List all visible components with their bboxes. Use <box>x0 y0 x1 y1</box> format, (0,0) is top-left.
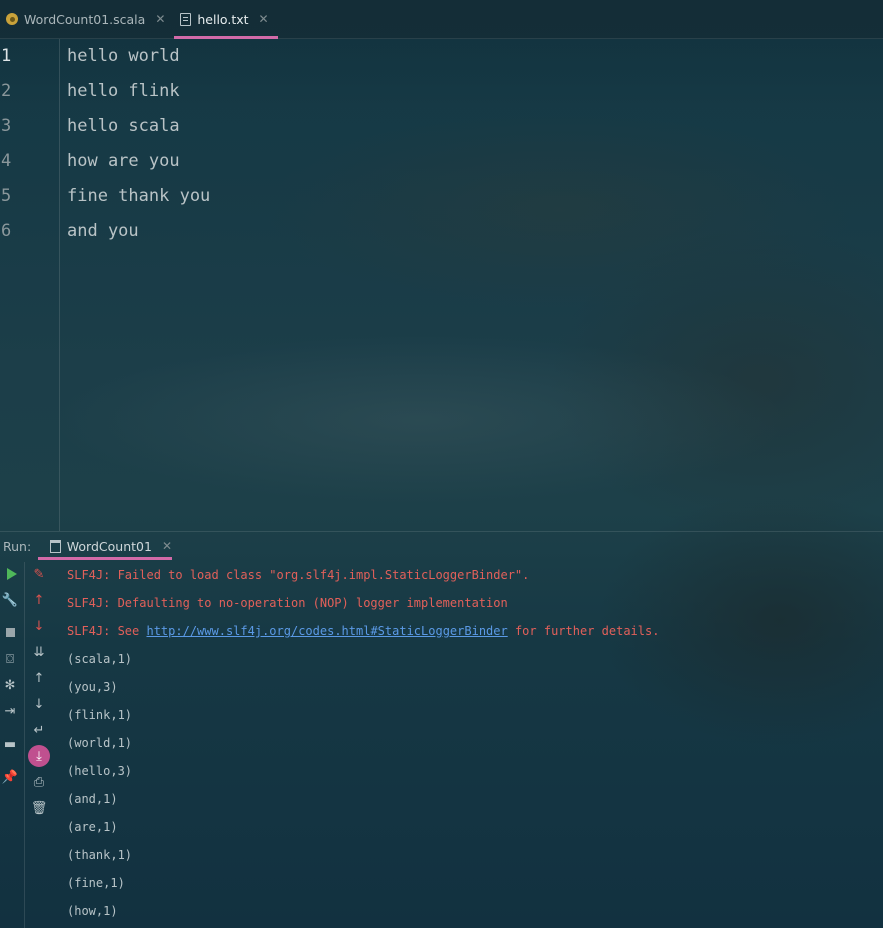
console-output-line: (how,1) <box>67 904 118 918</box>
arrow-up-icon: ↑ <box>33 592 45 608</box>
soft-wrap-button[interactable]: ↵ <box>30 721 48 739</box>
printer-icon: ⎙ <box>33 774 45 790</box>
line-number: 2 <box>1 81 12 101</box>
console-output-line: (and,1) <box>67 792 118 806</box>
run-label: Run: <box>3 539 32 554</box>
editor-line[interactable]: 1 hello world <box>0 39 883 74</box>
console-output-line: (are,1) <box>67 820 118 834</box>
run-tab-label: WordCount01 <box>66 538 152 554</box>
tab-wordcount01-scala[interactable]: WordCount01.scala ✕ <box>0 0 174 38</box>
layout-icon: ▬ <box>3 736 17 752</box>
line-number: 5 <box>1 186 12 206</box>
code-editor[interactable]: 1 hello world 2 hello flink 3 hello scal… <box>0 39 883 531</box>
editor-line[interactable]: 2 hello flink <box>0 74 883 109</box>
text-file-icon <box>180 12 192 26</box>
error-suffix: for further details. <box>507 624 660 638</box>
console-output-line: (thank,1) <box>67 848 133 862</box>
sort-button[interactable]: ⇊ <box>30 643 48 661</box>
line-number: 1 <box>1 46 12 66</box>
settings-wrench-button[interactable]: 🔧 <box>1 591 19 609</box>
console-error-line: SLF4J: See http://www.slf4j.org/codes.ht… <box>67 618 867 646</box>
console-output-line: (scala,1) <box>67 652 133 666</box>
toolbar-divider <box>24 562 25 928</box>
enter-icon: ⇥ <box>4 703 16 719</box>
pencil-icon: ✎ <box>33 566 45 582</box>
run-toolbar-right: ✎ ↑ ↓ ⇊ ↑ ↓ ↵ ⤓ ⎙ 🗑 <box>27 562 51 928</box>
layout-button[interactable]: ▬ <box>1 735 19 753</box>
line-number: 4 <box>1 151 12 171</box>
login-button[interactable]: ⇥ <box>1 702 19 720</box>
scroll-to-end-button[interactable]: ⤓ <box>30 747 48 765</box>
print-button[interactable]: ⎙ <box>30 773 48 791</box>
rerun-button[interactable] <box>3 565 21 583</box>
arrow-down-icon: ↓ <box>33 696 45 712</box>
console-output[interactable]: SLF4J: Failed to load class "org.slf4j.i… <box>67 562 867 926</box>
arrow-down-icon: ↓ <box>33 618 45 634</box>
line-text[interactable]: hello scala <box>67 109 180 144</box>
stop-icon <box>5 627 15 637</box>
line-text[interactable]: fine thank you <box>67 179 210 214</box>
next-error-button[interactable]: ↓ <box>30 617 48 635</box>
arrow-up-icon: ↑ <box>33 670 45 686</box>
console-output-line: (flink,1) <box>67 708 133 722</box>
line-text[interactable]: hello flink <box>67 74 180 109</box>
scroll-down-button[interactable]: ↓ <box>30 695 48 713</box>
sort-icon: ⇊ <box>33 644 45 660</box>
play-icon <box>7 568 17 580</box>
wrench-icon: 🔧 <box>1 592 19 608</box>
editor-tab-bar: WordCount01.scala ✕ hello.txt ✕ <box>0 0 883 39</box>
tab-label: hello.txt <box>197 11 249 27</box>
pin-icon: 📌 <box>1 769 19 785</box>
wrap-icon: ↵ <box>33 722 45 738</box>
error-prefix: SLF4J: See <box>67 624 147 638</box>
line-text[interactable]: how are you <box>67 144 180 179</box>
line-text[interactable]: and you <box>67 214 139 249</box>
close-icon[interactable]: ✕ <box>259 12 269 26</box>
camera-button[interactable]: ⌼ <box>1 650 19 668</box>
tab-hello-txt[interactable]: hello.txt ✕ <box>174 0 278 39</box>
console-output-line: (you,3) <box>67 680 118 694</box>
stop-button[interactable] <box>1 623 19 641</box>
line-number: 6 <box>1 221 12 241</box>
editor-line[interactable]: 3 hello scala <box>0 109 883 144</box>
console-error-line: SLF4J: Defaulting to no-operation (NOP) … <box>67 596 508 610</box>
close-icon[interactable]: ✕ <box>162 539 172 553</box>
clear-edit-button[interactable]: ✎ <box>30 565 48 583</box>
run-toolbar-left: 🔧 ⌼ ✻ ⇥ ▬ 📌 <box>0 562 22 928</box>
scroll-up-button[interactable]: ↑ <box>30 669 48 687</box>
console-output-line: (fine,1) <box>67 876 125 890</box>
console-error-line: SLF4J: Failed to load class "org.slf4j.i… <box>67 568 530 582</box>
trash-icon: 🗑 <box>30 800 48 816</box>
clear-all-button[interactable]: 🗑 <box>30 799 48 817</box>
pin-button[interactable]: 📌 <box>1 768 19 786</box>
line-number: 3 <box>1 116 12 136</box>
scala-file-icon <box>6 13 18 25</box>
line-text[interactable]: hello world <box>67 39 180 74</box>
bug-icon: ✻ <box>4 677 16 693</box>
slf4j-link[interactable]: http://www.slf4j.org/codes.html#StaticLo… <box>146 624 507 638</box>
run-tab-wordcount01[interactable]: WordCount01 ✕ <box>38 532 172 560</box>
editor-line[interactable]: 4 how are you <box>0 144 883 179</box>
tab-label: WordCount01.scala <box>24 11 146 27</box>
editor-line[interactable]: 6 and you <box>0 214 883 249</box>
editor-line[interactable]: 5 fine thank you <box>0 179 883 214</box>
debug-button[interactable]: ✻ <box>1 676 19 694</box>
console-output-line: (world,1) <box>67 736 133 750</box>
previous-error-button[interactable]: ↑ <box>30 591 48 609</box>
run-panel-header: Run: WordCount01 ✕ <box>0 532 883 560</box>
close-icon[interactable]: ✕ <box>155 12 165 26</box>
camera-icon: ⌼ <box>6 651 14 667</box>
console-icon <box>50 539 61 553</box>
scroll-end-icon: ⤓ <box>36 748 42 764</box>
console-output-line: (hello,3) <box>67 764 133 778</box>
